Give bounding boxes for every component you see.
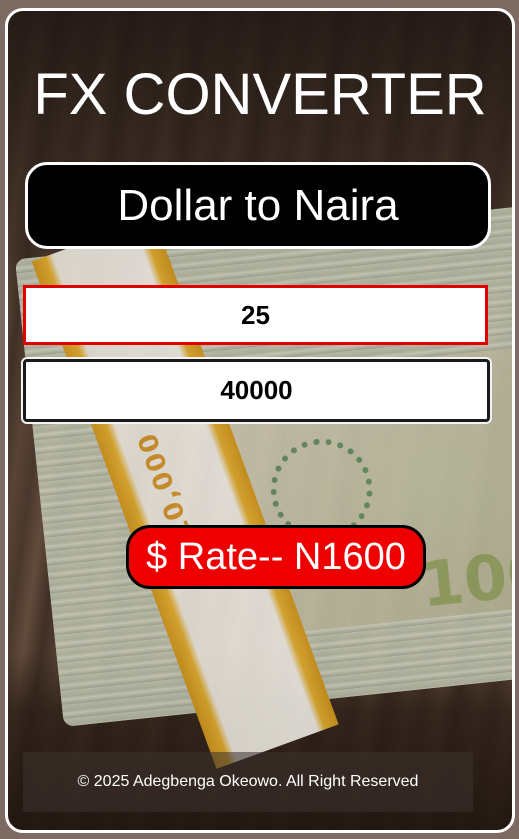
rate-badge: $ Rate-- N1600 bbox=[126, 525, 426, 589]
amount-input[interactable] bbox=[23, 285, 488, 345]
footer: © 2025 Adegbenga Okeowo. All Right Reser… bbox=[23, 752, 473, 812]
footer-copyright: © 2025 Adegbenga Okeowo. All Right Reser… bbox=[77, 773, 419, 790]
app-card: 100 $10,000 FX CONVERTER Dollar to Naira… bbox=[5, 8, 515, 833]
page-title: FX CONVERTER bbox=[33, 62, 487, 127]
conversion-mode-button[interactable]: Dollar to Naira bbox=[25, 162, 491, 249]
result-output[interactable] bbox=[23, 359, 490, 422]
background-banknotes-image: 100 $10,000 bbox=[14, 205, 515, 769]
banknote-denomination: 100 bbox=[417, 535, 515, 622]
